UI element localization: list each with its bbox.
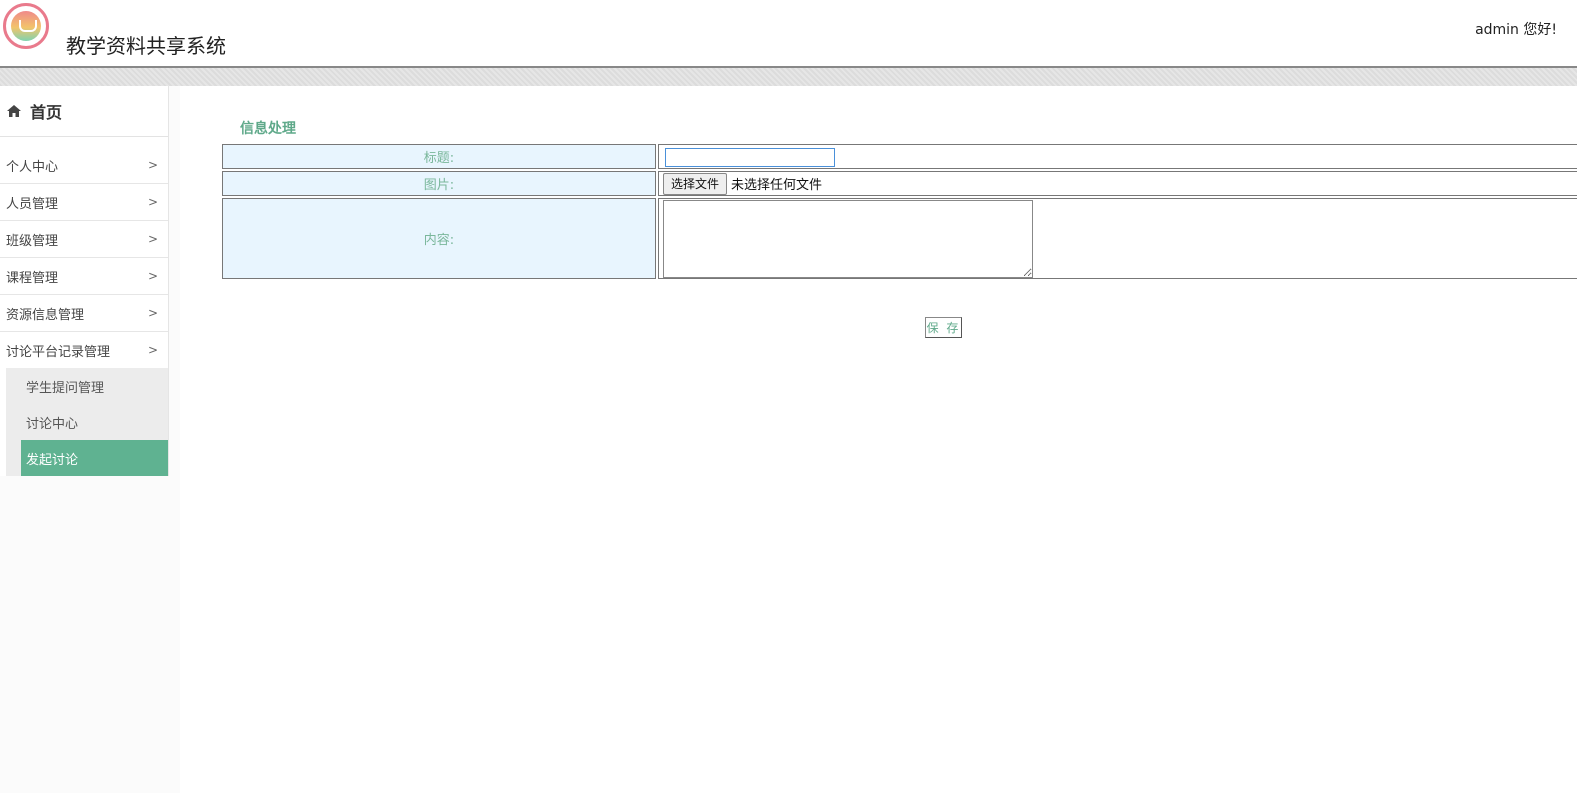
chevron-right-icon: >	[147, 269, 158, 283]
discussion-submenu: 学生提问管理 讨论中心 发起讨论	[6, 368, 168, 476]
sidebar-home[interactable]: 首页	[0, 86, 168, 137]
info-form: 标题: 图片: 选择文件 未选择任何文件 内容:	[220, 142, 1577, 281]
sidebar-item-personnel[interactable]: 人员管理 >	[0, 184, 168, 221]
image-label: 图片:	[222, 171, 656, 196]
content-cell	[658, 198, 1577, 279]
header-divider-bar	[0, 66, 1577, 86]
home-label: 首页	[30, 103, 63, 122]
home-icon	[7, 105, 21, 117]
sidebar-item-label: 班级管理	[6, 233, 59, 249]
sidebar-item-label: 讨论平台记录管理	[6, 344, 111, 360]
user-greeting: admin 您好!	[1475, 22, 1557, 38]
subitem-discussion-center[interactable]: 讨论中心	[6, 404, 168, 440]
form-row-content: 内容:	[222, 198, 1577, 279]
chevron-right-icon: >	[147, 158, 158, 172]
title-cell	[658, 144, 1577, 169]
content-textarea[interactable]	[663, 199, 1033, 278]
file-picker: 选择文件 未选择任何文件	[663, 172, 1577, 195]
choose-file-button[interactable]: 选择文件	[663, 172, 728, 195]
chevron-right-icon: >	[147, 343, 158, 357]
form-row-image: 图片: 选择文件 未选择任何文件	[222, 171, 1577, 196]
sidebar-menu: 首页 个人中心 > 人员管理 > 班级管理 > 课程管理 > 资源信息管理 > …	[0, 86, 169, 476]
image-cell: 选择文件 未选择任何文件	[658, 171, 1577, 196]
sidebar-item-label: 资源信息管理	[6, 307, 85, 323]
sidebar-item-label: 人员管理	[6, 196, 59, 212]
subitem-student-questions[interactable]: 学生提问管理	[6, 368, 168, 404]
title-input[interactable]	[665, 147, 835, 167]
chevron-right-icon: >	[147, 232, 158, 246]
sidebar-item-courses[interactable]: 课程管理 >	[0, 258, 168, 295]
coffee-cup-icon	[19, 20, 37, 32]
sidebar-item-classes[interactable]: 班级管理 >	[0, 221, 168, 258]
sidebar-item-resources[interactable]: 资源信息管理 >	[0, 295, 168, 332]
app-title: 教学资料共享系统	[66, 34, 226, 58]
header: 教学资料共享系统 admin 您好!	[0, 0, 1577, 66]
subitem-start-discussion[interactable]: 发起讨论	[21, 440, 168, 476]
logo	[3, 3, 49, 49]
save-button[interactable]: 保 存	[925, 317, 962, 338]
sidebar-item-label: 个人中心	[6, 159, 59, 175]
sidebar-item-personal-center[interactable]: 个人中心 >	[0, 147, 168, 184]
form-row-title: 标题:	[222, 144, 1577, 169]
sidebar: 首页 个人中心 > 人员管理 > 班级管理 > 课程管理 > 资源信息管理 > …	[0, 86, 180, 793]
sidebar-item-label: 课程管理	[6, 270, 59, 286]
chevron-right-icon: >	[147, 306, 158, 320]
section-title: 信息处理	[240, 121, 296, 137]
content-label: 内容:	[222, 198, 656, 279]
file-status: 未选择任何文件	[731, 178, 823, 193]
sidebar-item-discussion-records[interactable]: 讨论平台记录管理 >	[0, 332, 168, 368]
chevron-right-icon: >	[147, 195, 158, 209]
title-label: 标题:	[222, 144, 656, 169]
